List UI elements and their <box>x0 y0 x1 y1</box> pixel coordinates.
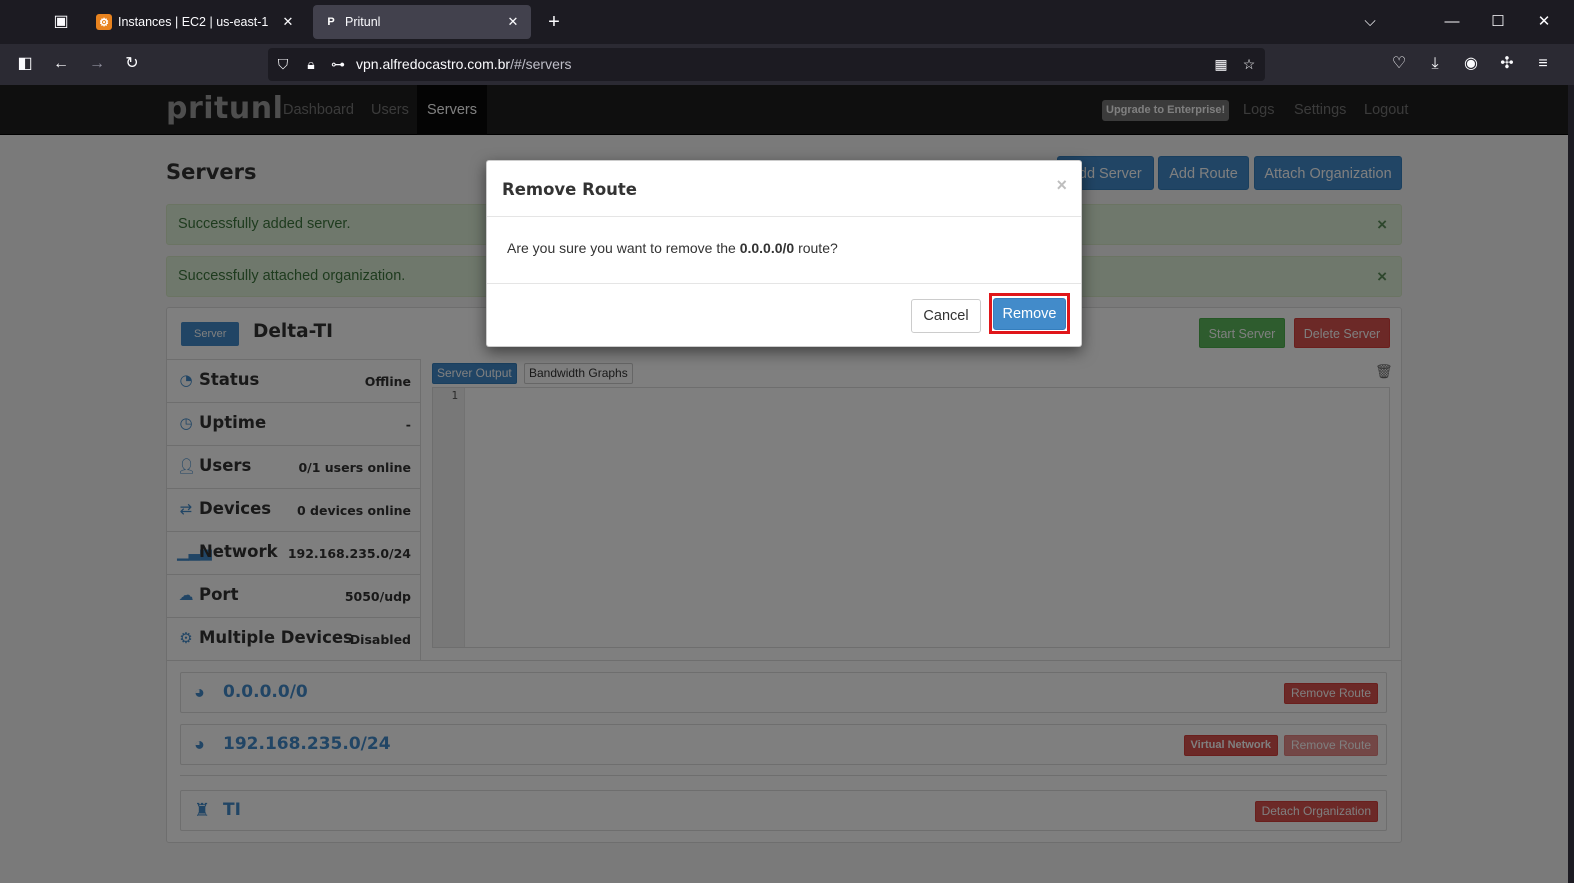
url-text: vpn.alfredocastro.com.br/#/servers <box>356 56 572 72</box>
lock-icon[interactable]: 🔒︎ <box>301 54 321 74</box>
close-window-icon[interactable]: ✕ <box>1529 8 1559 36</box>
chevron-down-icon[interactable]: ⌵ <box>1355 8 1385 36</box>
reload-icon[interactable]: ↻ <box>119 52 145 76</box>
window-edge <box>1568 85 1574 883</box>
remove-button[interactable]: Remove <box>993 298 1066 330</box>
modal-title: Remove Route <box>502 180 637 199</box>
browser-tab-ec2[interactable]: ⚙ Instances | EC2 | us-east-1 ✕ <box>86 5 306 39</box>
cancel-button[interactable]: Cancel <box>911 299 981 333</box>
page: pritunl Dashboard Users Servers Upgrade … <box>0 85 1568 883</box>
browser-tab-bar: ▣ ⚙ Instances | EC2 | us-east-1 ✕ P Prit… <box>0 0 1574 44</box>
close-tab-icon[interactable]: ✕ <box>505 14 521 30</box>
tab-overview-icon[interactable]: ▣ <box>45 8 77 36</box>
minimize-icon[interactable]: — <box>1437 8 1467 36</box>
browser-tab-pritunl[interactable]: P Pritunl ✕ <box>313 5 531 39</box>
back-icon[interactable]: ← <box>48 52 74 76</box>
qr-code-icon[interactable]: ▦ <box>1211 54 1231 74</box>
modal-footer: Cancel Remove <box>487 283 1081 346</box>
remove-route-modal: Remove Route × Are you sure you want to … <box>486 160 1082 347</box>
forward-icon[interactable]: → <box>84 52 110 76</box>
maximize-icon[interactable]: ☐ <box>1483 8 1513 36</box>
download-icon[interactable]: ⤓ <box>1422 52 1448 76</box>
permissions-icon[interactable]: ⊶ <box>328 54 348 74</box>
modal-body: Are you sure you want to remove the 0.0.… <box>487 217 1081 283</box>
address-bar[interactable]: ⛉ 🔒︎ ⊶ vpn.alfredocastro.com.br/#/server… <box>268 48 1265 81</box>
aws-icon: ⚙ <box>96 14 112 30</box>
shield-icon[interactable]: ⛉ <box>273 54 293 74</box>
close-tab-icon[interactable]: ✕ <box>280 14 296 30</box>
sidebar-icon[interactable]: ◧ <box>12 52 38 76</box>
modal-header: Remove Route × <box>487 161 1081 217</box>
modal-message: Are you sure you want to remove the 0.0.… <box>507 240 838 256</box>
tab-title: Instances | EC2 | us-east-1 <box>118 15 269 29</box>
browser-nav-bar: ◧ ← → ↻ ⛉ 🔒︎ ⊶ vpn.alfredocastro.com.br/… <box>0 44 1574 85</box>
tab-title: Pritunl <box>345 15 381 29</box>
close-icon[interactable]: × <box>1056 175 1067 196</box>
bookmark-star-icon[interactable]: ☆ <box>1239 54 1259 74</box>
route-name: 0.0.0.0/0 <box>739 240 795 256</box>
account-icon[interactable]: ◉ <box>1458 52 1484 76</box>
extensions-icon[interactable]: ✣ <box>1494 52 1520 76</box>
menu-icon[interactable]: ≡ <box>1530 52 1556 76</box>
pritunl-icon: P <box>327 16 335 28</box>
pocket-icon[interactable]: ♡ <box>1386 52 1412 76</box>
new-tab-icon[interactable]: + <box>542 9 566 35</box>
